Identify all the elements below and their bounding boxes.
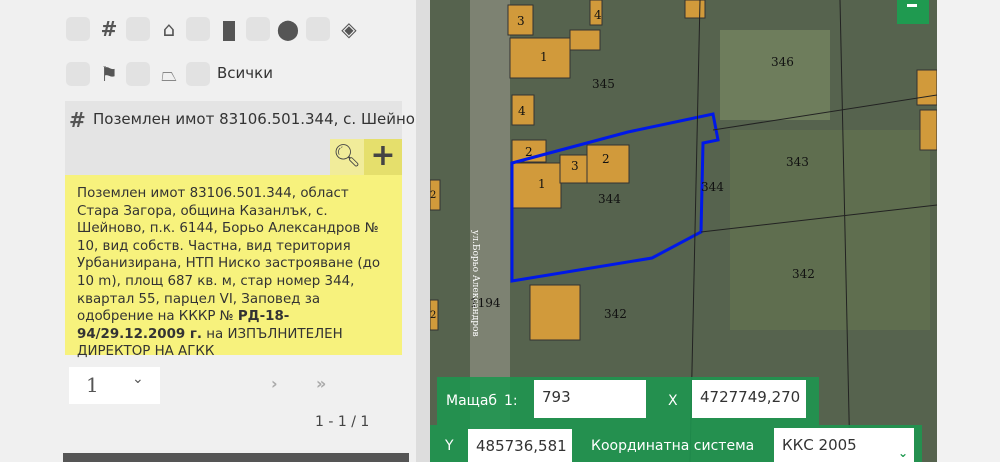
parcel-label: 3 xyxy=(517,14,525,28)
page-select[interactable]: 1 ⌄ xyxy=(69,367,160,404)
x-input[interactable]: 4727749,270 xyxy=(692,380,806,418)
crs-select[interactable]: ККС 2005 ⌄ xyxy=(774,428,914,462)
parcel-label: 345 xyxy=(592,77,615,91)
scale-prefix: 1: xyxy=(504,393,518,409)
parcel-label: 2 xyxy=(602,152,610,166)
horizontal-scrollbar[interactable] xyxy=(63,453,409,462)
polygon-icon: ⏢ xyxy=(161,62,177,86)
parcel-label: 3 xyxy=(571,159,579,173)
parcel-label: 2 xyxy=(430,310,437,321)
search-icon: 🔍︎ xyxy=(333,144,361,169)
home-icon: ⌂ xyxy=(162,17,176,41)
minus-icon xyxy=(907,4,917,7)
plus-icon: + xyxy=(370,138,396,173)
crs-label: Координатна система xyxy=(591,438,755,454)
parcel-label: 342 xyxy=(792,267,815,281)
parcel-label: 4 xyxy=(594,8,602,22)
x-label: X xyxy=(668,393,678,409)
zoom-out-button[interactable] xyxy=(897,0,929,24)
filter-checkbox[interactable] xyxy=(186,17,210,41)
y-label: Y xyxy=(445,438,454,454)
grid-icon: # xyxy=(69,108,86,132)
filter-checkbox[interactable] xyxy=(126,17,150,41)
right-margin xyxy=(937,0,1000,462)
result-count: 1 - 1 / 1 xyxy=(315,414,370,430)
left-panel: # ⌂ ⬤ ◈ ⚑ ⏢ Всички # Поземлен имот 83106… xyxy=(0,0,433,462)
filter-checkbox[interactable] xyxy=(126,62,150,86)
door-icon xyxy=(217,17,241,41)
next-page-button[interactable]: › xyxy=(271,374,278,393)
parcel-label: 343 xyxy=(786,155,809,169)
parcel-label: 1 xyxy=(540,50,548,64)
chevron-down-icon: ⌄ xyxy=(897,446,908,460)
all-checkbox[interactable] xyxy=(186,62,210,86)
filter-checkbox[interactable] xyxy=(306,17,330,41)
panel-splitter[interactable] xyxy=(416,0,430,462)
parcel-label: 342 xyxy=(604,307,627,321)
filter-checkbox[interactable] xyxy=(246,17,270,41)
description-text: Поземлен имот 83106.501.344, област Стар… xyxy=(77,186,381,325)
parcel-label: 346 xyxy=(771,55,794,69)
filter-checkbox[interactable] xyxy=(66,62,90,86)
crs-value: ККС 2005 xyxy=(782,436,857,454)
result-title: Поземлен имот 83106.501.344, с. Шейново xyxy=(93,110,433,128)
parcel-label: 344 xyxy=(598,192,621,206)
filter-checkbox[interactable] xyxy=(66,17,90,41)
add-button[interactable]: + xyxy=(364,139,402,175)
map-view[interactable]: 3 4 1 345 346 4 2 3 2 1 344 344 343 342 … xyxy=(430,0,937,462)
last-page-button[interactable]: » xyxy=(316,374,326,393)
zoom-to-button[interactable]: 🔍︎ xyxy=(330,139,364,175)
location-pin-icon: ⬤ xyxy=(276,17,300,41)
page-value: 1 xyxy=(86,373,99,397)
scale-input[interactable]: 793 xyxy=(534,380,646,418)
y-input[interactable]: 485736,581 xyxy=(468,429,572,462)
scale-label: Мащаб xyxy=(446,393,498,409)
street-label: ул.Борьо Александров xyxy=(470,230,480,337)
grid-icon: # xyxy=(100,17,118,41)
parcel-label: 344 xyxy=(701,180,724,194)
parcel-label: 2 xyxy=(525,145,533,159)
chevron-down-icon: ⌄ xyxy=(132,371,144,387)
result-header: # Поземлен имот 83106.501.344, с. Шейнов… xyxy=(65,101,433,175)
result-description: Поземлен имот 83106.501.344, област Стар… xyxy=(65,175,402,359)
parcel-label: 4 xyxy=(518,104,526,118)
all-label: Всички xyxy=(217,64,273,82)
flag-icon: ⚑ xyxy=(100,62,118,86)
parcel-label: 2 xyxy=(430,190,437,201)
layers-icon: ◈ xyxy=(341,17,357,41)
parcel-label: 1 xyxy=(538,177,546,191)
